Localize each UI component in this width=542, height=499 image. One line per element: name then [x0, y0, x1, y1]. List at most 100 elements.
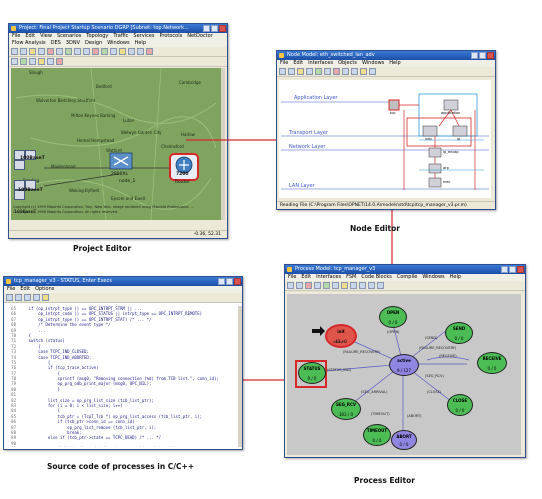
- find-icon[interactable]: [42, 294, 49, 301]
- menu-windows[interactable]: Windows: [107, 40, 129, 47]
- menu-edit[interactable]: Edit: [293, 60, 303, 67]
- menu-file[interactable]: File: [12, 33, 20, 40]
- palette-icon[interactable]: [11, 58, 18, 65]
- lan-node[interactable]: 100BaseT: [14, 180, 44, 204]
- state-abort[interactable]: ABORT 0 / 0: [391, 430, 417, 450]
- close-icon[interactable]: [219, 25, 226, 32]
- state-open[interactable]: OPEN 0 / 0: [379, 306, 407, 328]
- state-timeout[interactable]: TIMEOUT 0 / 0: [363, 424, 391, 446]
- cut-icon[interactable]: [56, 48, 63, 55]
- alert-icon[interactable]: [56, 58, 63, 65]
- node-model-canvas[interactable]: Application Layer Transport Layer Networ…: [279, 80, 491, 198]
- receiver-icon[interactable]: [342, 68, 349, 75]
- scenario-icon[interactable]: [38, 58, 45, 65]
- cut-icon[interactable]: [15, 294, 22, 301]
- switch-2900xl[interactable]: [109, 152, 133, 172]
- stop-icon[interactable]: [146, 48, 153, 55]
- menu-interfaces[interactable]: Interfaces: [308, 60, 333, 67]
- fsm-canvas[interactable]: init 43 / 0 OPEN 0 / 0 SEND 0 / 0 RECEIV…: [287, 294, 521, 455]
- transmitter-icon[interactable]: [333, 68, 340, 75]
- menu-edit[interactable]: Edit: [20, 286, 30, 293]
- minimize-icon[interactable]: [218, 278, 225, 285]
- print-icon[interactable]: [38, 48, 45, 55]
- maximize-icon[interactable]: [211, 25, 218, 32]
- menu-help[interactable]: Help: [450, 274, 461, 281]
- minimize-icon[interactable]: [203, 25, 210, 32]
- chart-icon[interactable]: [119, 48, 126, 55]
- menu-des[interactable]: DES: [51, 40, 61, 47]
- state-send[interactable]: SEND 0 / 0: [445, 322, 473, 344]
- menu-windows[interactable]: Windows: [362, 60, 384, 67]
- save-icon[interactable]: [6, 294, 13, 301]
- project-map-canvas[interactable]: Slough Bedford Cambridge Wolverton Bletc…: [11, 68, 221, 220]
- code-editor[interactable]: 65 if (op_intrpt_type () == OPC_INTRPT_S…: [6, 306, 236, 447]
- menu-protocols[interactable]: Protocols: [159, 33, 182, 40]
- termination-block-icon[interactable]: [377, 282, 384, 289]
- queue-icon[interactable]: [324, 68, 331, 75]
- temp-vars-icon[interactable]: [350, 282, 357, 289]
- menu-design[interactable]: Design: [85, 40, 102, 47]
- folder-icon[interactable]: [297, 68, 304, 75]
- delete-icon[interactable]: [47, 48, 54, 55]
- close-icon[interactable]: [517, 266, 524, 273]
- menu-options[interactable]: Options: [35, 286, 54, 293]
- state-vars-icon[interactable]: [341, 282, 348, 289]
- link-icon[interactable]: [29, 58, 36, 65]
- recover-link-icon[interactable]: [101, 48, 108, 55]
- state-status[interactable]: STATUS 0 / 0: [298, 362, 326, 384]
- vertical-scrollbar[interactable]: [238, 306, 242, 447]
- state-icon[interactable]: [305, 282, 312, 289]
- close-icon[interactable]: [487, 52, 494, 59]
- menu-fsm[interactable]: FSM: [346, 274, 356, 281]
- function-block-icon[interactable]: [359, 282, 366, 289]
- process-editor-titlebar[interactable]: Process Model: tcp_manager_v3: [285, 265, 525, 274]
- compile-icon[interactable]: [369, 68, 376, 75]
- save-icon[interactable]: [288, 68, 295, 75]
- menu-topology[interactable]: Topology: [86, 33, 108, 40]
- menu-interfaces[interactable]: Interfaces: [316, 274, 341, 281]
- open-icon[interactable]: [11, 48, 18, 55]
- menu-file[interactable]: File: [280, 60, 288, 67]
- state-active[interactable]: active 9 / 127: [389, 354, 419, 376]
- copy-icon[interactable]: [24, 294, 31, 301]
- state-init[interactable]: init 43 / 0: [325, 324, 357, 348]
- header-block-icon[interactable]: [332, 282, 339, 289]
- source-editor-titlebar[interactable]: tcp_manager_v3 - STATUS, Enter Execs: [4, 277, 242, 286]
- menu-3dnv[interactable]: 3DNV: [66, 40, 80, 47]
- zoom-out-icon[interactable]: [83, 48, 90, 55]
- menu-code-blocks[interactable]: Code Blocks: [361, 274, 392, 281]
- node-icon[interactable]: [110, 48, 117, 55]
- run-icon[interactable]: [65, 48, 72, 55]
- packet-stream-icon[interactable]: [351, 68, 358, 75]
- router-7200[interactable]: 7200: [169, 153, 199, 181]
- vertical-scrollbar[interactable]: [221, 68, 225, 220]
- minimize-icon[interactable]: [471, 52, 478, 59]
- code-line[interactable]: 91 /* Write the updated active connectio…: [6, 446, 236, 447]
- menu-scenarios[interactable]: Scenarios: [57, 33, 81, 40]
- menu-objects[interactable]: Objects: [338, 60, 357, 67]
- open-icon[interactable]: [279, 68, 286, 75]
- menu-help[interactable]: Help: [135, 40, 146, 47]
- project-editor-titlebar[interactable]: Project: Final Project Startup Scenario …: [9, 24, 227, 33]
- menu-compile[interactable]: Compile: [397, 274, 417, 281]
- state-receive[interactable]: RECEIVE 0 / 0: [477, 352, 507, 374]
- save-icon[interactable]: [296, 282, 303, 289]
- grid-icon[interactable]: [137, 48, 144, 55]
- menu-help[interactable]: Help: [389, 60, 400, 67]
- menu-edit[interactable]: Edit: [25, 33, 35, 40]
- lan-node[interactable]: 100BaseT: [14, 150, 45, 174]
- open-icon[interactable]: [287, 282, 294, 289]
- menu-services[interactable]: Services: [133, 33, 154, 40]
- results-icon[interactable]: [47, 58, 54, 65]
- minimize-icon[interactable]: [501, 266, 508, 273]
- close-icon[interactable]: [234, 278, 241, 285]
- folder-icon[interactable]: [29, 48, 36, 55]
- save-icon[interactable]: [20, 48, 27, 55]
- transition-icon[interactable]: [314, 282, 321, 289]
- stats-icon[interactable]: [128, 48, 135, 55]
- menu-file[interactable]: File: [7, 286, 15, 293]
- menu-edit[interactable]: Edit: [301, 274, 311, 281]
- menu-file[interactable]: File: [288, 274, 296, 281]
- menu-windows[interactable]: Windows: [422, 274, 444, 281]
- state-seg-rcv[interactable]: SEG_RCV 303 / 0: [331, 398, 361, 420]
